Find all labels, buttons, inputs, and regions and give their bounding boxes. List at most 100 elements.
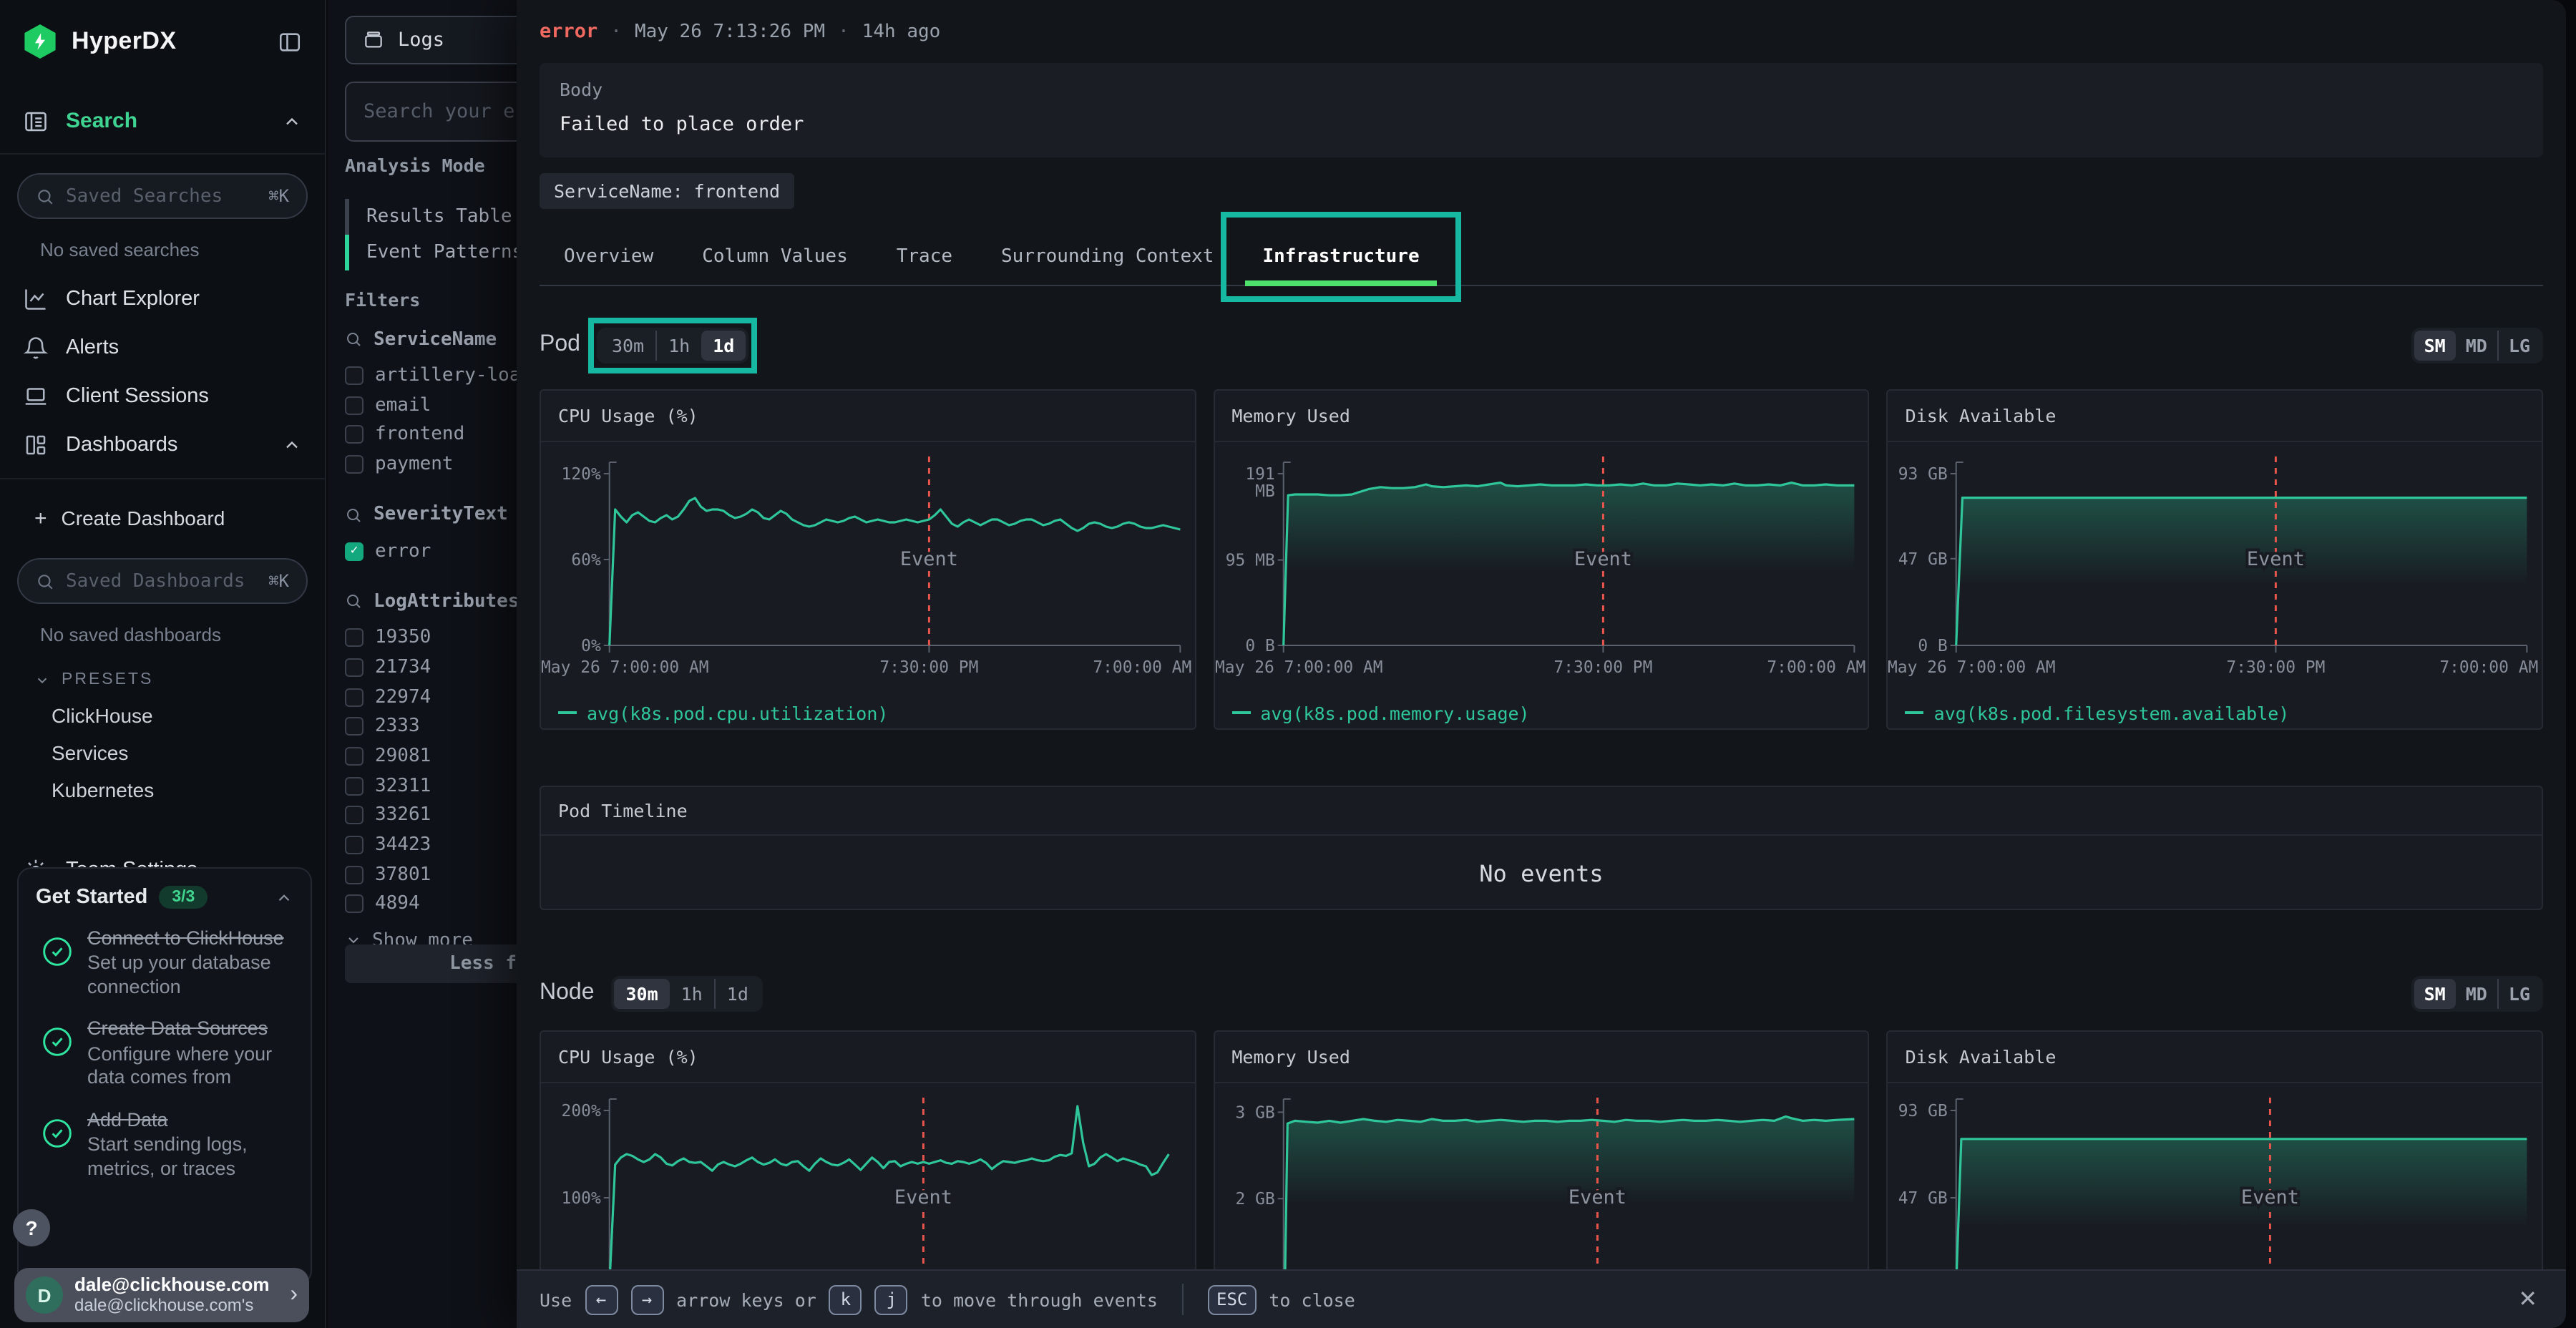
checkbox[interactable] — [345, 776, 364, 795]
create-dashboard-button[interactable]: + Create Dashboard — [0, 497, 325, 540]
svg-text:May 26 7:00:00 AM: May 26 7:00:00 AM — [1888, 658, 2057, 677]
svg-text:7:00:00 AM: 7:00:00 AM — [1767, 658, 1865, 677]
sidebar-item-search[interactable]: Search — [0, 89, 325, 155]
body-label: Body — [560, 79, 2523, 100]
chevron-up-icon[interactable] — [275, 888, 293, 907]
filter-group-name: ServiceName — [374, 328, 497, 350]
sidebar-item-dashboards[interactable]: Dashboards — [0, 421, 325, 469]
pod-size-lg[interactable]: LG — [2497, 330, 2540, 360]
pod-section-header: Pod 30m1h1d SMMDLG — [540, 316, 2543, 374]
event-search-placeholder: Search your e — [364, 100, 514, 123]
pod-heading: Pod — [540, 332, 580, 358]
service-name-tag[interactable]: ServiceName: frontend — [540, 173, 794, 209]
get-started-step-create-data-sources[interactable]: Create Data SourcesConfigure where your … — [36, 1018, 293, 1090]
tab-surrounding-context[interactable]: Surrounding Context — [977, 228, 1238, 285]
pod-size-md[interactable]: MD — [2456, 330, 2497, 360]
search-icon — [36, 187, 54, 205]
tab-label: Overview — [564, 245, 653, 267]
check-circle-icon — [42, 936, 73, 1000]
get-started-step-add-data[interactable]: Add DataStart sending logs, metrics, or … — [36, 1109, 293, 1181]
checkbox[interactable] — [345, 806, 364, 825]
user-menu[interactable]: D dale@clickhouse.com dale@clickhouse.co… — [14, 1268, 309, 1322]
saved-dashboards-input[interactable]: Saved Dashboards ⌘K — [17, 558, 308, 604]
preset-kubernetes[interactable]: Kubernetes — [0, 771, 325, 809]
node-size-md[interactable]: MD — [2456, 978, 2497, 1008]
presets-toggle[interactable]: PRESETS — [34, 671, 325, 688]
filter-group-name: SeverityText — [374, 504, 508, 526]
svg-text:7:00:00 AM: 7:00:00 AM — [1093, 658, 1191, 677]
checkbox[interactable] — [345, 866, 364, 884]
severity-badge: error — [540, 20, 597, 43]
footer-text: to close — [1269, 1289, 1355, 1310]
node-size-lg[interactable]: LG — [2497, 978, 2540, 1008]
pod-range-1h[interactable]: 1h — [655, 330, 701, 360]
svg-text:May 26 7:00:00 AM: May 26 7:00:00 AM — [1214, 658, 1382, 677]
event-body-card: Body Failed to place order — [540, 63, 2543, 157]
pod-time-range-control: 30m1h1d — [597, 327, 748, 363]
svg-text:200%: 200% — [562, 1102, 601, 1120]
checkbox[interactable]: ✓ — [345, 542, 364, 560]
legend-dash-icon — [1231, 711, 1250, 714]
checkbox[interactable] — [345, 425, 364, 444]
sidebar-item-chart-explorer[interactable]: Chart Explorer — [0, 275, 325, 323]
close-icon[interactable]: ✕ — [2518, 1285, 2537, 1314]
legend-label: avg(k8s.pod.filesystem.available) — [1934, 702, 2290, 723]
tab-trace[interactable]: Trace — [872, 228, 977, 285]
legend-label: avg(k8s.pod.cpu.utilization) — [587, 702, 888, 723]
chart-card-pod-cpu-usage: CPU Usage (%)120%60%0%May 26 7:00:00 AM7… — [540, 389, 1196, 730]
node-time-range-control: 30m1h1d — [612, 975, 763, 1011]
chart-disk-available: 93 GB47 GB0 BMay 26 7:00:00 AM7:30:00 PM… — [1888, 442, 2542, 697]
checkbox[interactable] — [345, 629, 364, 648]
svg-text:47 GB: 47 GB — [1898, 1189, 1948, 1208]
node-range-30m[interactable]: 30m — [615, 978, 670, 1008]
svg-text:191MB: 191MB — [1245, 465, 1274, 501]
chart-memory-used: 191MB95 MB0 BMay 26 7:00:00 AM7:30:00 PM… — [1214, 442, 1868, 697]
step-description: Set up your database connection — [87, 952, 291, 1000]
get-started-card: Get Started 3/3 Connect to ClickHouseSet… — [17, 867, 312, 1285]
checkbox[interactable] — [345, 688, 364, 706]
svg-text:7:30:00 PM: 7:30:00 PM — [879, 658, 978, 677]
checkbox[interactable] — [345, 747, 364, 766]
tab-label: Trace — [897, 245, 952, 267]
get-started-step-connect-to-clickhouse[interactable]: Connect to ClickHouseSet up your databas… — [36, 927, 293, 1000]
svg-text:7:30:00 PM: 7:30:00 PM — [1553, 658, 1652, 677]
checkbox[interactable] — [345, 836, 364, 854]
tab-infrastructure[interactable]: Infrastructure — [1238, 228, 1443, 285]
sidebar-item-client-sessions[interactable]: Client Sessions — [0, 372, 325, 421]
preset-clickhouse[interactable]: ClickHouse — [0, 697, 325, 734]
chevron-up-icon[interactable] — [282, 111, 302, 131]
checkbox[interactable] — [345, 366, 364, 385]
pod-size-sm[interactable]: SM — [2414, 330, 2456, 360]
pod-range-1d[interactable]: 1d — [701, 330, 746, 360]
checkbox[interactable] — [345, 718, 364, 736]
node-size-sm[interactable]: SM — [2414, 978, 2456, 1008]
pod-timeline-empty: No events — [541, 836, 2542, 910]
node-range-1h[interactable]: 1h — [670, 978, 714, 1008]
tab-column-values[interactable]: Column Values — [678, 228, 872, 285]
footer-text: Use — [540, 1289, 572, 1310]
filter-value-label: payment — [375, 454, 454, 475]
svg-text:Event: Event — [1574, 548, 1631, 570]
presets-label: PRESETS — [62, 671, 153, 688]
saved-dashboards-placeholder: Saved Dashboards — [66, 570, 245, 592]
filter-value-label: email — [375, 394, 431, 416]
checkbox[interactable] — [345, 895, 364, 914]
node-range-1d[interactable]: 1d — [714, 978, 760, 1008]
help-button[interactable]: ? — [13, 1209, 50, 1246]
pod-range-30m[interactable]: 30m — [600, 330, 655, 360]
preset-services[interactable]: Services — [0, 734, 325, 771]
tab-overview[interactable]: Overview — [540, 228, 678, 285]
svg-text:93 GB: 93 GB — [1898, 1102, 1948, 1120]
sidebar-item-alerts[interactable]: Alerts — [0, 323, 325, 372]
checkbox[interactable] — [345, 396, 364, 414]
pod-charts-grid: CPU Usage (%)120%60%0%May 26 7:00:00 AM7… — [540, 389, 2543, 730]
svg-text:Event: Event — [2242, 1186, 2300, 1209]
saved-searches-input[interactable]: Saved Searches ⌘K — [17, 173, 308, 219]
svg-text:Event: Event — [2248, 548, 2306, 570]
search-icon — [36, 572, 54, 590]
checkbox[interactable] — [345, 455, 364, 474]
laptop-icon — [23, 384, 49, 409]
event-header: error · May 26 7:13:26 PM · 14h ago — [540, 17, 2543, 46]
checkbox[interactable] — [345, 658, 364, 677]
sidebar-collapse-icon[interactable] — [278, 29, 302, 54]
